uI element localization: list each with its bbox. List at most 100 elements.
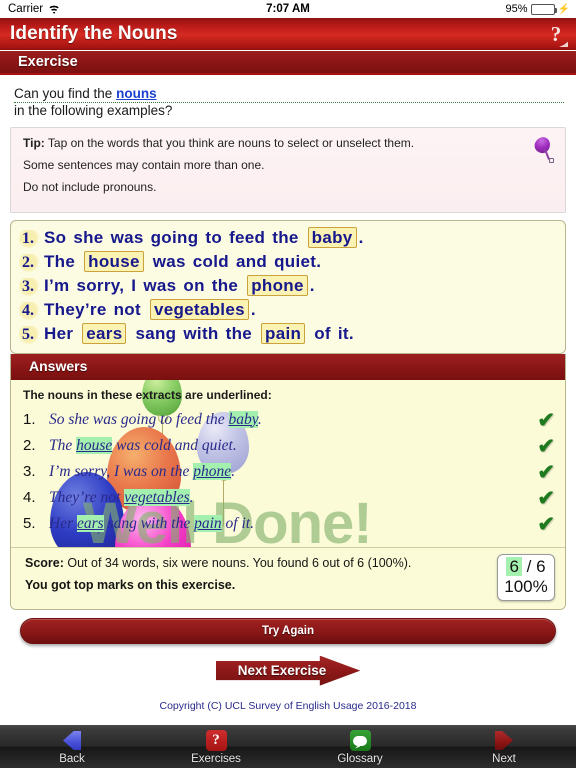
sentence-word[interactable]: They’re not xyxy=(43,300,149,319)
back-chevron-icon xyxy=(60,729,84,752)
answer-row: 3. I’m sorry, I was on the phone. ✔ xyxy=(23,461,555,484)
answer-number: 5. xyxy=(23,514,36,532)
answer-row: 1. So she was going to feed the baby. ✔ xyxy=(23,409,555,432)
sentence-number: 1. xyxy=(19,229,43,248)
score-line-1: Score: Out of 34 words, six were nouns. … xyxy=(25,555,412,570)
selected-word[interactable]: phone xyxy=(247,274,308,296)
correct-tick-icon: ✔ xyxy=(537,486,555,510)
sentence-text: So she was going to feed the baby. xyxy=(43,226,365,248)
main-content: Can you find the nouns in the following … xyxy=(0,75,576,712)
sentence-word[interactable]: sang with the xyxy=(127,324,260,343)
answer-noun: baby xyxy=(228,410,258,428)
answer-row: 5. Her ears sang with the pain of it. ✔ xyxy=(23,513,555,536)
score-badge-fraction: 6 / 6 xyxy=(498,556,554,577)
next-exercise-row: Next Exercise xyxy=(10,655,566,686)
score-label: Score: xyxy=(25,555,64,570)
exercise-sentence-5: 5. Her ears sang with the pain of it. xyxy=(19,322,557,344)
answer-number: 4. xyxy=(23,488,36,506)
tip-label: Tip: xyxy=(23,136,45,150)
sentence-number: 4. xyxy=(19,301,43,320)
question-mark-icon[interactable]: ? xyxy=(542,21,570,48)
try-again-label: Try Again xyxy=(262,624,314,637)
exercise-sentences: 1. So she was going to feed the baby. 2. Th… xyxy=(10,219,566,354)
clock-label: 7:07 AM xyxy=(266,3,310,15)
answer-word: . xyxy=(257,410,262,428)
sentence-word[interactable]: of it. xyxy=(306,324,355,343)
title-bar: Identify the Nouns ? xyxy=(0,18,576,51)
exercise-sentence-2: 2. The house was cold and quiet. xyxy=(19,250,557,272)
answer-word: They’re not xyxy=(49,488,125,506)
answer-word: Her xyxy=(49,514,77,532)
answer-word: The xyxy=(49,436,77,454)
sentence-number: 2. xyxy=(19,253,43,272)
answer-noun: ears xyxy=(76,514,104,532)
sentence-text: I’m sorry, I was on the phone. xyxy=(43,274,316,296)
sentence-word[interactable]: The xyxy=(43,252,83,271)
score-total: 6 xyxy=(536,556,546,576)
question-prompt: Can you find the nouns in the following … xyxy=(10,75,566,127)
sentence-text: Her ears sang with the pain of it. xyxy=(43,322,355,344)
answers-title: Answers xyxy=(29,357,88,374)
next-exercise-button[interactable]: Next Exercise xyxy=(215,655,361,686)
selected-word[interactable]: baby xyxy=(307,226,357,248)
tab-bar: Back ? Exercises Glossary Next xyxy=(0,725,576,768)
tab-back-label: Back xyxy=(59,753,85,765)
answer-word: sang with the xyxy=(103,514,195,532)
answer-word: was cold and quiet. xyxy=(112,436,237,454)
tab-exercises-label: Exercises xyxy=(191,753,241,765)
tip-line-3: Do not include pronouns. xyxy=(23,180,157,195)
tab-exercises[interactable]: ? Exercises xyxy=(144,729,288,768)
score-badge: 6 / 6 100% xyxy=(497,553,555,601)
section-title: Exercise xyxy=(18,54,78,70)
sentence-word[interactable]: . xyxy=(250,300,257,319)
answers-lead: The nouns in these extracts are underlin… xyxy=(23,387,272,402)
tip-box: Tip: Tap on the words that you think are… xyxy=(10,127,566,213)
selected-word[interactable]: ears xyxy=(82,322,127,344)
sentence-word[interactable]: . xyxy=(309,276,316,295)
answer-noun: house xyxy=(76,436,113,454)
next-exercise-label: Next Exercise xyxy=(237,663,327,679)
answer-word: . xyxy=(231,462,235,480)
sentence-word[interactable]: . xyxy=(358,228,365,247)
answer-word: . xyxy=(189,488,194,506)
answer-row: 2. The house was cold and quiet. ✔ xyxy=(23,435,555,458)
tab-next[interactable]: Next xyxy=(432,729,576,768)
answer-word: So she was going to feed the xyxy=(49,410,229,428)
tab-glossary-label: Glossary xyxy=(337,753,383,765)
exercise-sentence-4: 4. They’re not vegetables. xyxy=(19,298,557,320)
sentence-text: The house was cold and quiet. xyxy=(43,250,323,272)
section-bar: Exercise xyxy=(0,51,576,75)
answer-word: of it. xyxy=(221,514,254,532)
sentence-word[interactable]: I’m sorry, I was on the xyxy=(43,276,246,295)
score-panel: Score: Out of 34 words, six were nouns. … xyxy=(11,546,565,609)
answer-text: I’m sorry, I was on the phone. xyxy=(49,462,555,481)
answer-row: 4. They’re not vegetables. ✔ xyxy=(23,487,555,510)
answer-text: Her ears sang with the pain of it. xyxy=(49,514,555,533)
status-bar: Carrier 7:07 AM 95% ⚡ xyxy=(0,0,576,18)
score-text: Score: Out of 34 words, six were nouns. … xyxy=(25,556,497,592)
tab-glossary[interactable]: Glossary xyxy=(288,729,432,768)
exercise-sentence-3: 3. I’m sorry, I was on the phone. xyxy=(19,274,557,296)
answer-number: 2. xyxy=(23,436,36,454)
sentence-word[interactable]: Her xyxy=(43,324,81,343)
next-chevron-icon xyxy=(492,729,516,752)
tip-line-2: Some sentences may contain more than one… xyxy=(23,158,265,173)
question-prefix: Can you find the xyxy=(14,86,117,101)
tab-back[interactable]: Back xyxy=(0,729,144,768)
selected-word[interactable]: vegetables xyxy=(149,298,249,320)
question-suffix: in the following examples? xyxy=(14,103,173,118)
score-line-2: You got top marks on this exercise. xyxy=(25,577,236,592)
sentence-number: 5. xyxy=(19,325,43,344)
answer-text: The house was cold and quiet. xyxy=(49,436,555,455)
selected-word[interactable]: house xyxy=(84,250,144,272)
sentence-word[interactable]: So she was going to feed the xyxy=(43,228,307,247)
app-root: Carrier 7:07 AM 95% ⚡ Identify the Nouns… xyxy=(0,0,576,768)
answer-noun: pain xyxy=(194,514,222,532)
purple-balloon-icon xyxy=(532,134,555,167)
answers-header: Answers xyxy=(11,353,565,380)
sentence-word[interactable]: was cold and quiet. xyxy=(145,252,323,271)
selected-word[interactable]: pain xyxy=(261,322,306,344)
try-again-button[interactable]: Try Again xyxy=(20,617,556,644)
answers-rows: 1. So she was going to feed the baby. ✔ 2. T… xyxy=(23,409,555,536)
page-title: Identify the Nouns xyxy=(10,23,178,44)
